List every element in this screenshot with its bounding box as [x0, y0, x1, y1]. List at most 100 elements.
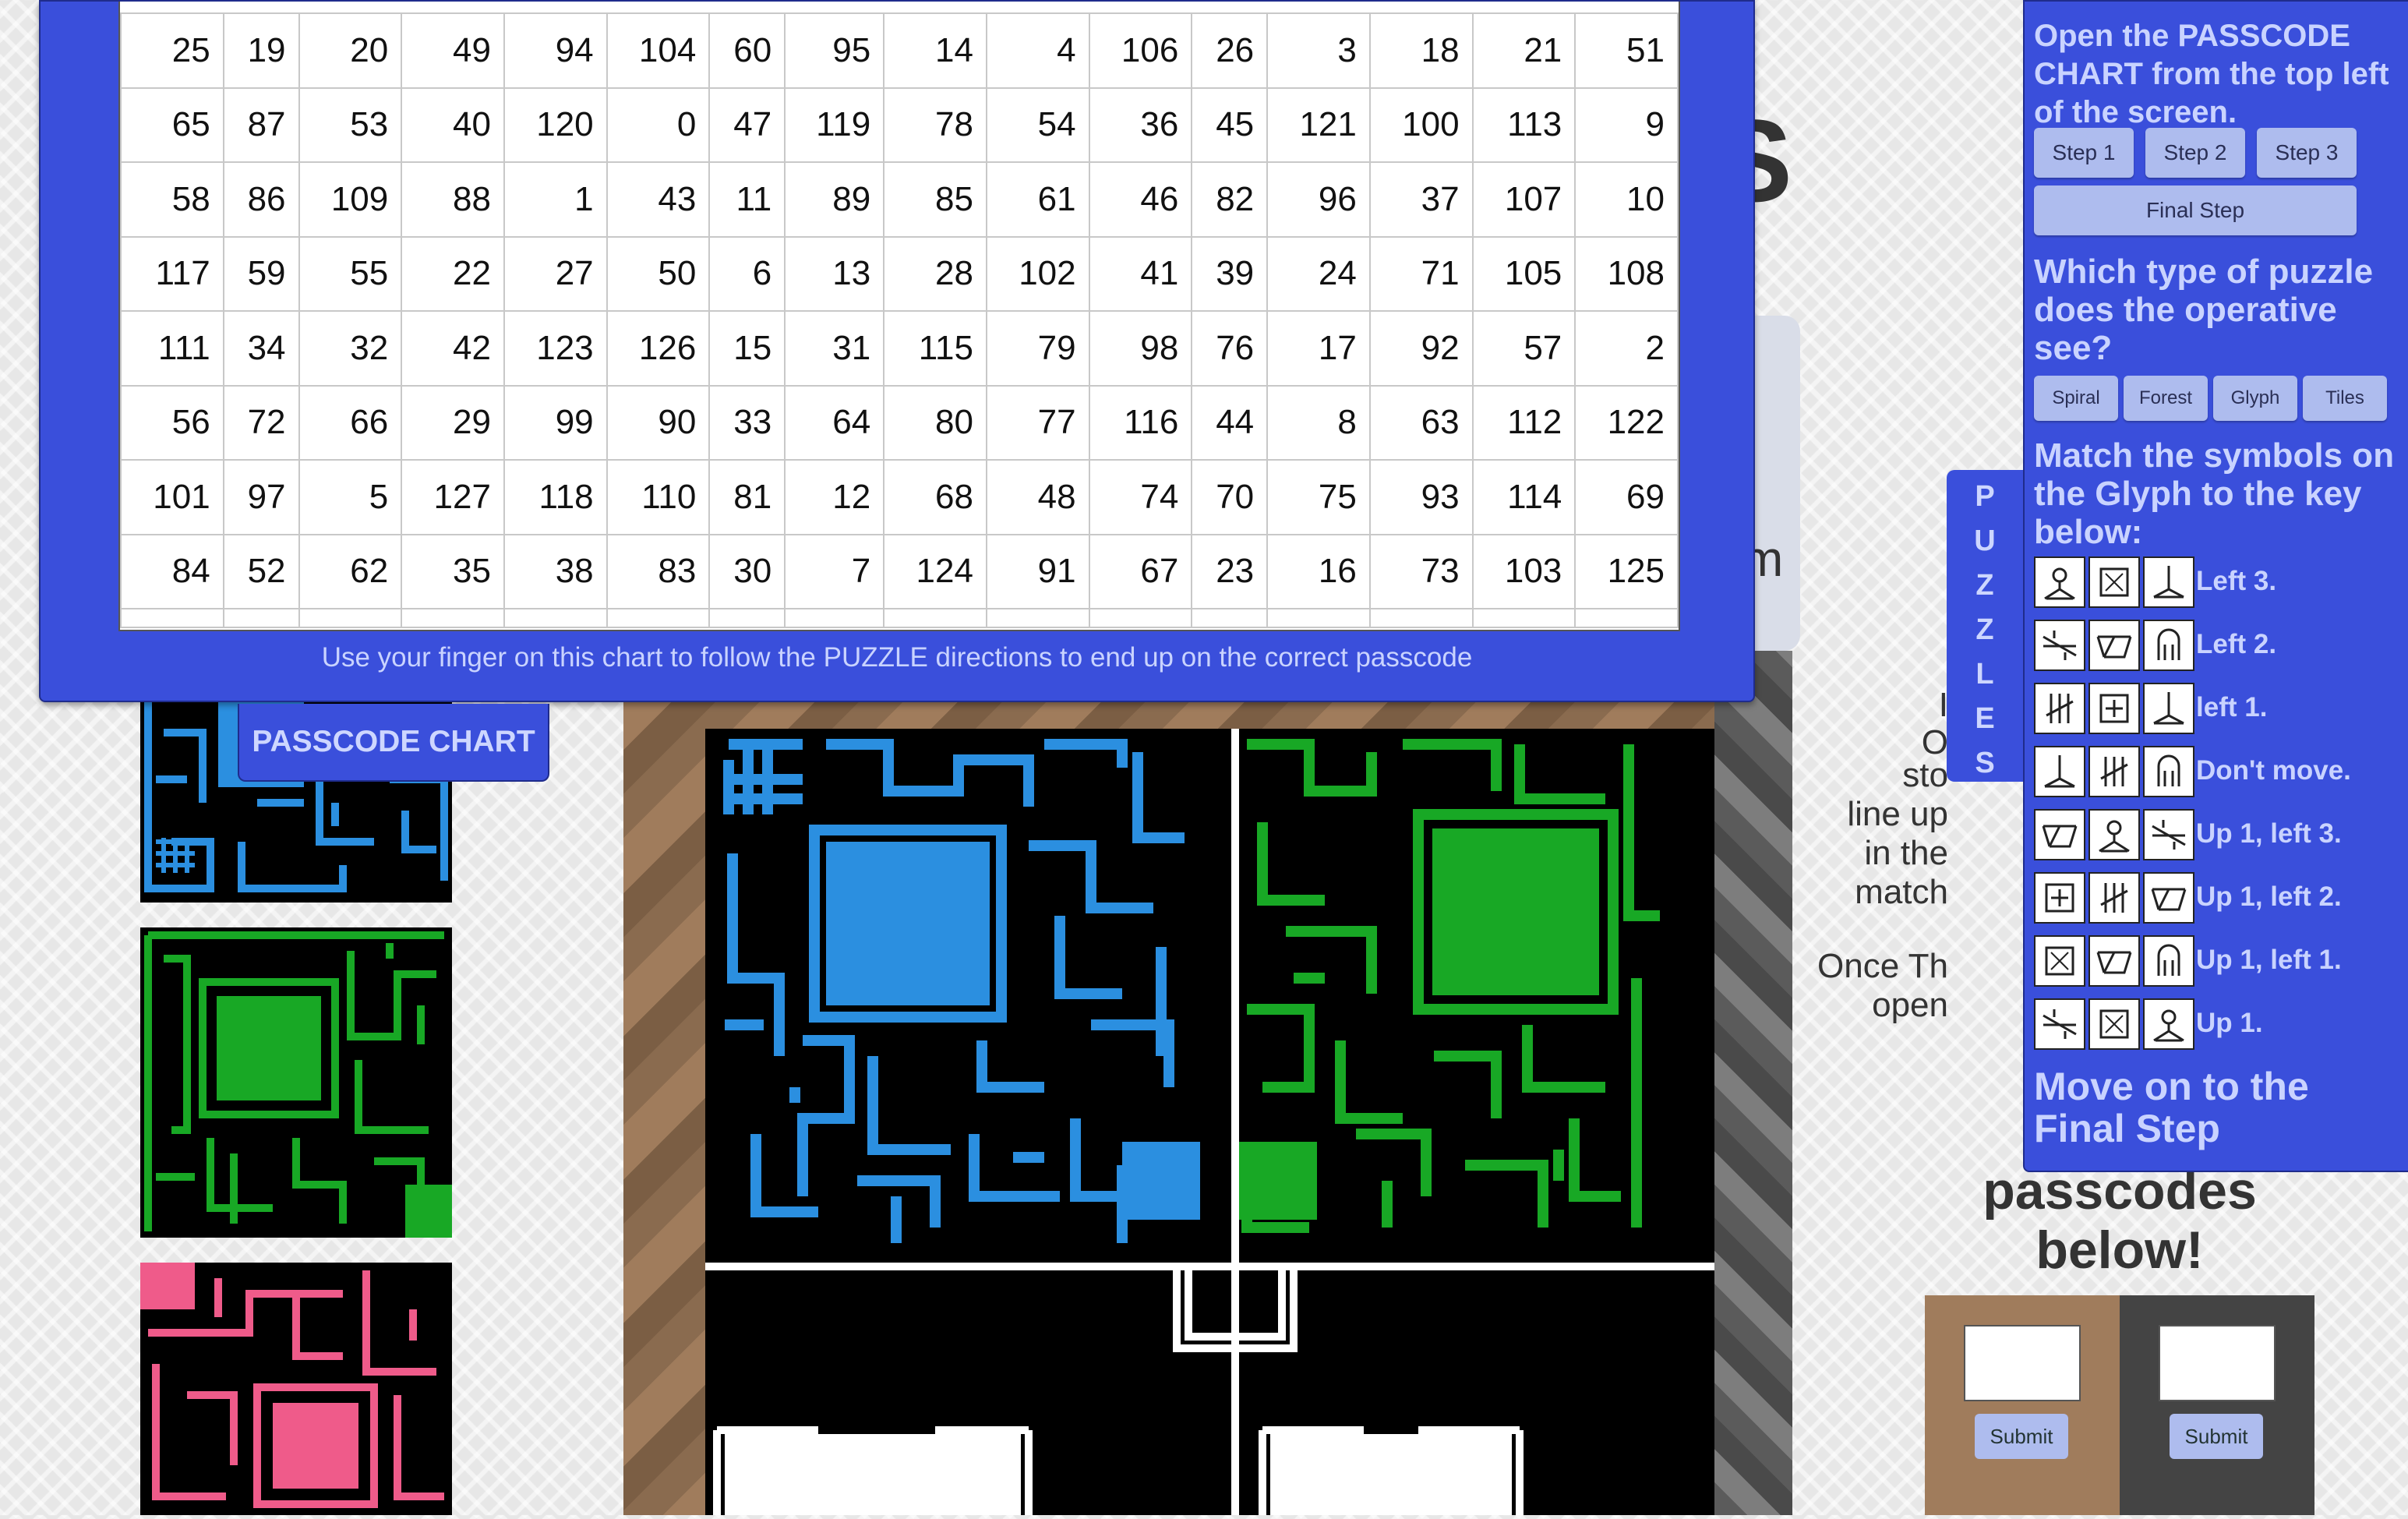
- passcode-cell[interactable]: 113: [1471, 87, 1576, 163]
- passcode-cell[interactable]: 81: [708, 459, 786, 535]
- passcode-cell[interactable]: 54: [985, 87, 1090, 163]
- passcode-cell[interactable]: 21: [1471, 12, 1576, 89]
- passcode-cell[interactable]: 36: [1088, 87, 1193, 163]
- passcode-cell[interactable]: 95: [784, 12, 885, 89]
- passcode-cell[interactable]: 32: [298, 310, 403, 387]
- pink-maze-thumbnail[interactable]: [140, 1263, 452, 1515]
- passcode-cell[interactable]: 103: [1471, 533, 1576, 609]
- passcode-cell[interactable]: 86: [222, 161, 300, 238]
- passcode-cell[interactable]: 83: [606, 533, 711, 609]
- passcode-cell[interactable]: 39: [1191, 235, 1269, 312]
- passcode-cell[interactable]: 46: [1088, 161, 1193, 238]
- passcode-cell[interactable]: 34: [222, 310, 300, 387]
- passcode-cell[interactable]: 117: [120, 235, 224, 312]
- step-2-button[interactable]: Step 2: [2145, 128, 2245, 178]
- passcode-cell[interactable]: 4: [985, 12, 1090, 89]
- passcode-cell[interactable]: 58: [120, 161, 224, 238]
- passcode-cell[interactable]: 73: [1368, 533, 1474, 609]
- passcode-cell[interactable]: 43: [606, 161, 711, 238]
- passcode-cell[interactable]: 115: [883, 310, 987, 387]
- passcode-cell[interactable]: 123: [503, 310, 608, 387]
- passcode-cell[interactable]: 18: [1368, 12, 1474, 89]
- passcode-cell[interactable]: 76: [1191, 310, 1269, 387]
- passcode-cell[interactable]: 51: [1574, 12, 1679, 89]
- passcode-cell[interactable]: 84: [120, 533, 224, 609]
- passcode-cell[interactable]: 60: [708, 12, 786, 89]
- passcode-cell[interactable]: 97: [222, 459, 300, 535]
- passcode-cell[interactable]: 96: [1266, 161, 1371, 238]
- passcode-cell[interactable]: 47: [708, 87, 786, 163]
- forest-button[interactable]: Forest: [2124, 376, 2208, 421]
- passcode-cell[interactable]: 99: [503, 384, 608, 461]
- passcode-cell[interactable]: 10: [1574, 161, 1679, 238]
- passcode-cell[interactable]: 23: [1191, 533, 1269, 609]
- passcode-cell[interactable]: 2: [1574, 310, 1679, 387]
- passcode-cell[interactable]: 12: [784, 459, 885, 535]
- step-1-button[interactable]: Step 1: [2034, 128, 2134, 178]
- passcode-cell[interactable]: 75: [1266, 459, 1371, 535]
- passcode-cell[interactable]: 8: [1266, 384, 1371, 461]
- passcode-cell[interactable]: 126: [606, 310, 711, 387]
- passcode-cell[interactable]: 107: [1471, 161, 1576, 238]
- passcode-cell[interactable]: 101: [120, 459, 224, 535]
- passcode-cell[interactable]: 48: [985, 459, 1090, 535]
- passcode-cell[interactable]: 116: [1088, 384, 1193, 461]
- passcode-cell[interactable]: 28: [883, 235, 987, 312]
- passcode-cell[interactable]: 110: [606, 459, 711, 535]
- passcode-cell[interactable]: 93: [1368, 459, 1474, 535]
- passcode-cell[interactable]: 6: [708, 235, 786, 312]
- passcode-cell[interactable]: 63: [1368, 384, 1474, 461]
- passcode-cell[interactable]: 53: [298, 87, 403, 163]
- passcode-cell[interactable]: 118: [503, 459, 608, 535]
- passcode-cell[interactable]: 102: [985, 235, 1090, 312]
- passcode-cell[interactable]: 1: [503, 161, 608, 238]
- passcode-cell[interactable]: 124: [883, 533, 987, 609]
- passcode-cell[interactable]: 45: [1191, 87, 1269, 163]
- passcode-cell[interactable]: 59: [222, 235, 300, 312]
- passcode-input-1[interactable]: [1964, 1325, 2081, 1401]
- passcode-cell[interactable]: 70: [1191, 459, 1269, 535]
- passcode-cell[interactable]: 30: [708, 533, 786, 609]
- passcode-cell[interactable]: 98: [1088, 310, 1193, 387]
- passcode-cell[interactable]: 14: [883, 12, 987, 89]
- passcode-cell[interactable]: 85: [883, 161, 987, 238]
- passcode-cell[interactable]: 7: [784, 533, 885, 609]
- passcode-cell[interactable]: 104: [606, 12, 711, 89]
- glyph-button[interactable]: Glyph: [2213, 376, 2297, 421]
- passcode-cell[interactable]: 57: [1471, 310, 1576, 387]
- passcode-table[interactable]: 25 19 20 49 94 104 60 95 14 4 106 26 3 18 21 51 65 87 53 40…: [120, 12, 1679, 628]
- passcode-cell[interactable]: 74: [1088, 459, 1193, 535]
- passcode-cell[interactable]: 24: [1266, 235, 1371, 312]
- step-3-button[interactable]: Step 3: [2257, 128, 2357, 178]
- passcode-cell[interactable]: 37: [1368, 161, 1474, 238]
- passcode-cell[interactable]: 61: [985, 161, 1090, 238]
- passcode-cell[interactable]: 91: [985, 533, 1090, 609]
- passcode-cell[interactable]: 42: [401, 310, 505, 387]
- passcode-cell[interactable]: 13: [784, 235, 885, 312]
- passcode-cell[interactable]: 15: [708, 310, 786, 387]
- passcode-cell[interactable]: 33: [708, 384, 786, 461]
- passcode-cell[interactable]: 77: [985, 384, 1090, 461]
- passcode-cell[interactable]: 9: [1574, 87, 1679, 163]
- passcode-cell[interactable]: 41: [1088, 235, 1193, 312]
- passcode-cell[interactable]: 3: [1266, 12, 1371, 89]
- passcode-cell[interactable]: 90: [606, 384, 711, 461]
- submit-button-1[interactable]: Submit: [1975, 1414, 2068, 1459]
- passcode-cell[interactable]: 52: [222, 533, 300, 609]
- passcode-cell[interactable]: 89: [784, 161, 885, 238]
- passcode-cell[interactable]: 94: [503, 12, 608, 89]
- passcode-cell[interactable]: 67: [1088, 533, 1193, 609]
- passcode-cell[interactable]: 69: [1574, 459, 1679, 535]
- passcode-cell[interactable]: 64: [784, 384, 885, 461]
- passcode-cell[interactable]: 80: [883, 384, 987, 461]
- passcode-input-2[interactable]: [2159, 1325, 2276, 1401]
- passcode-cell[interactable]: 121: [1266, 87, 1371, 163]
- passcode-cell[interactable]: 71: [1368, 235, 1474, 312]
- passcode-cell[interactable]: 114: [1471, 459, 1576, 535]
- passcode-cell[interactable]: 38: [503, 533, 608, 609]
- passcode-cell[interactable]: 31: [784, 310, 885, 387]
- passcode-chart-grid[interactable]: 25 19 20 49 94 104 60 95 14 4 106 26 3 18 21 51 65 87 53 40…: [118, 2, 1680, 631]
- passcode-cell[interactable]: 27: [503, 235, 608, 312]
- passcode-cell[interactable]: 11: [708, 161, 786, 238]
- passcode-cell[interactable]: 78: [883, 87, 987, 163]
